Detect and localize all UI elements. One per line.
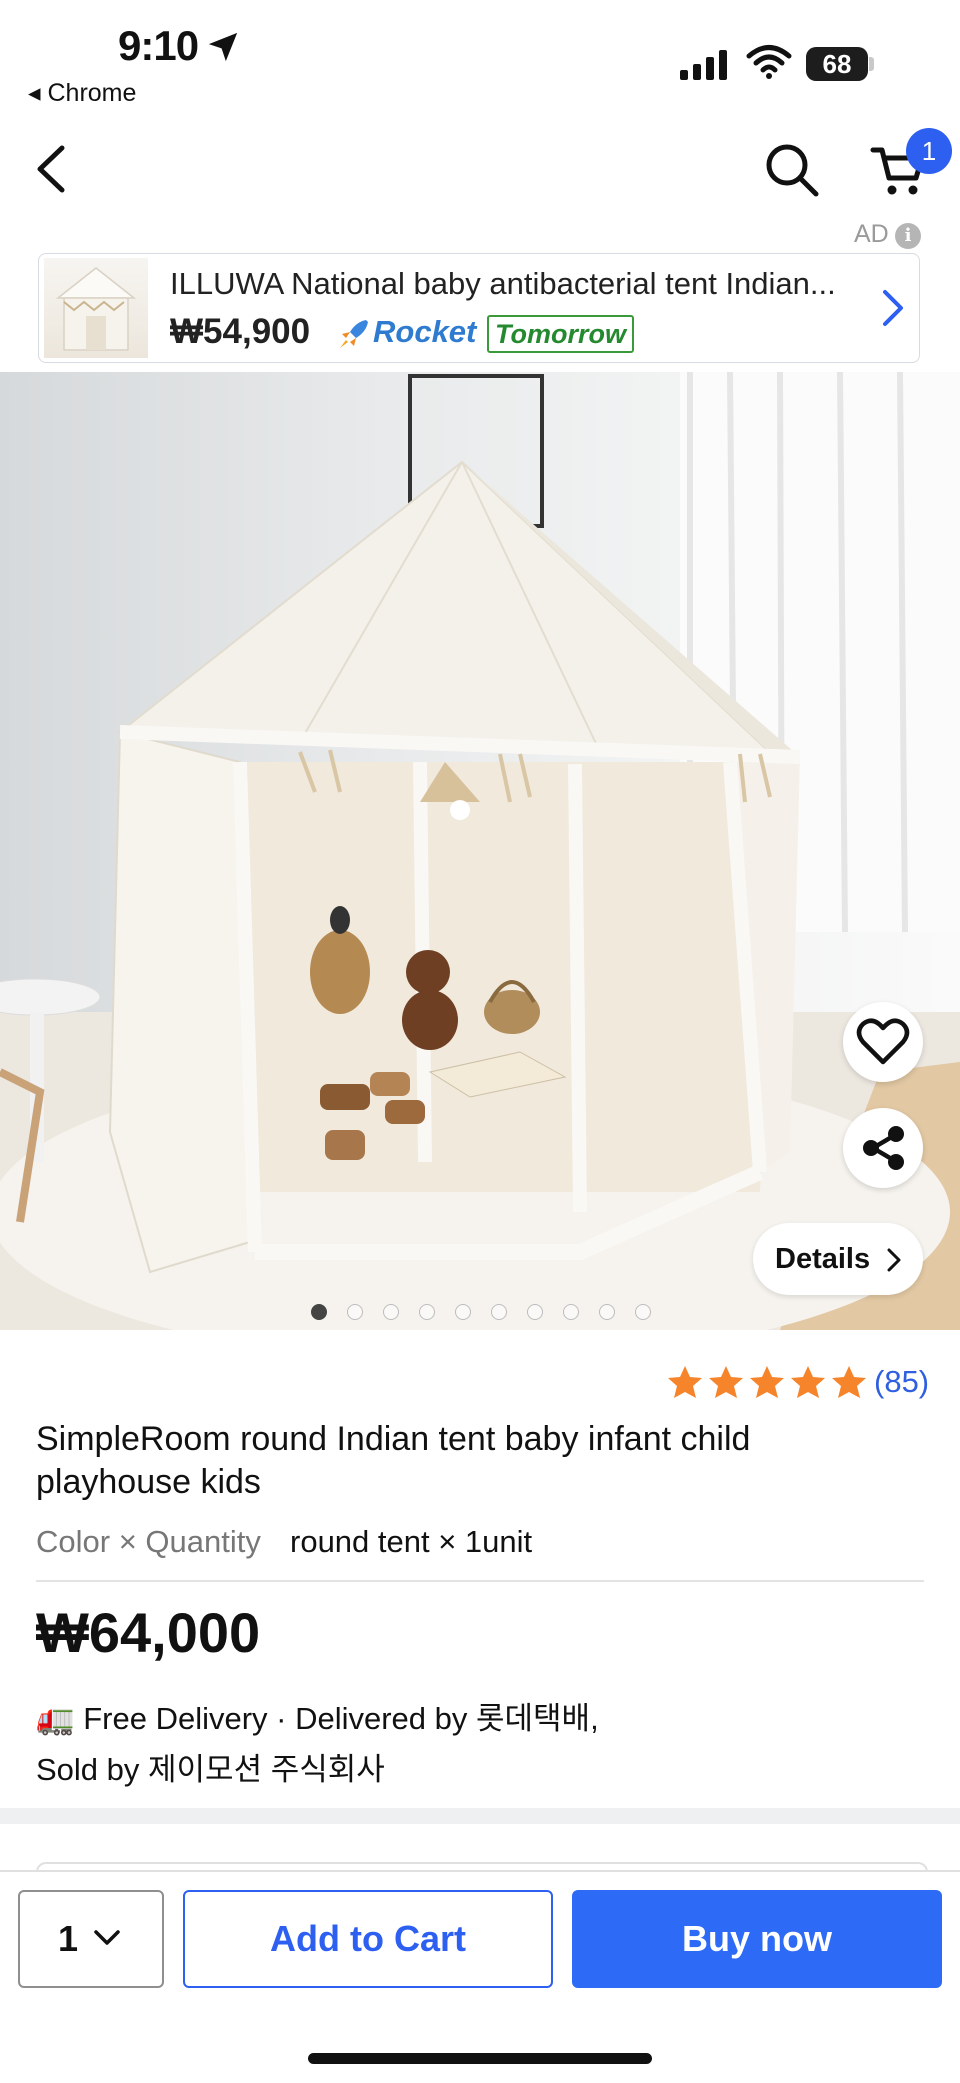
wifi-icon — [746, 45, 792, 79]
ad-label: AD — [854, 220, 889, 248]
rocket-delivery-label: Rocket — [373, 314, 477, 349]
product-title: SimpleRoom round Indian tent baby infant… — [36, 1420, 751, 1501]
signal-icon — [680, 50, 727, 80]
divider — [36, 1580, 924, 1582]
chevron-right-icon — [887, 1248, 901, 1272]
status-time: 9:10 — [118, 22, 199, 69]
add-to-cart-button[interactable]: Add to Cart — [183, 1890, 553, 1988]
product-image-gallery[interactable] — [0, 372, 960, 1330]
star-icon — [709, 1366, 743, 1398]
gallery-dot[interactable] — [635, 1304, 651, 1320]
star-icon — [668, 1366, 702, 1398]
chevron-right-icon[interactable] — [880, 288, 906, 328]
gallery-dot[interactable] — [419, 1304, 435, 1320]
tent-product-image — [0, 372, 960, 1330]
home-indicator[interactable] — [308, 2053, 652, 2064]
gallery-dot[interactable] — [347, 1304, 363, 1320]
star-icon — [791, 1366, 825, 1398]
product-price: ₩64,000 — [36, 1601, 261, 1664]
rating-stars[interactable] — [666, 1364, 872, 1407]
star-icon — [750, 1366, 784, 1398]
option-label: Color × Quantity — [36, 1524, 261, 1559]
ad-title[interactable]: ILLUWA National baby antibacterial tent … — [170, 266, 870, 302]
gallery-dot[interactable] — [527, 1304, 543, 1320]
back-arrow-icon[interactable] — [30, 142, 70, 196]
delivery-info: 🚛 Free Delivery · Delivered by 롯데택배, — [36, 1701, 599, 1736]
location-arrow-icon — [208, 32, 238, 62]
gallery-dot[interactable] — [599, 1304, 615, 1320]
gallery-dot[interactable] — [563, 1304, 579, 1320]
rating-count[interactable]: (85) — [874, 1364, 929, 1400]
ad-product-thumbnail — [44, 258, 148, 358]
star-icon — [832, 1366, 866, 1398]
gallery-dot[interactable] — [311, 1304, 327, 1320]
seller-info[interactable]: Sold by 제이모션 주식회사 — [36, 1744, 385, 1789]
ad-price: ₩54,900 — [170, 312, 311, 351]
details-label: Details — [775, 1243, 871, 1275]
tomorrow-delivery-badge: Tomorrow — [487, 315, 634, 353]
gallery-dot[interactable] — [383, 1304, 399, 1320]
section-separator — [0, 1808, 960, 1824]
share-icon — [863, 1126, 904, 1170]
search-icon[interactable] — [762, 140, 822, 200]
gallery-dot[interactable] — [491, 1304, 507, 1320]
share-button[interactable] — [843, 1108, 923, 1188]
option-value[interactable]: round tent × 1unit — [290, 1524, 532, 1560]
gallery-dot[interactable] — [455, 1304, 471, 1320]
battery-cap — [869, 57, 874, 71]
rocket-icon — [340, 320, 368, 348]
back-to-app-link[interactable]: ◂ Chrome — [28, 78, 136, 108]
wishlist-button[interactable] — [843, 1002, 923, 1082]
battery-indicator: 68 — [806, 47, 868, 81]
buy-now-button[interactable]: Buy now — [572, 1890, 942, 1988]
ad-info-icon[interactable]: i — [895, 223, 921, 249]
chevron-down-icon — [94, 1930, 120, 1945]
quantity-select[interactable] — [18, 1890, 164, 1988]
cart-count-badge: 1 — [906, 128, 952, 174]
heart-icon — [856, 1018, 910, 1065]
quantity-value: 1 — [58, 1918, 79, 1959]
